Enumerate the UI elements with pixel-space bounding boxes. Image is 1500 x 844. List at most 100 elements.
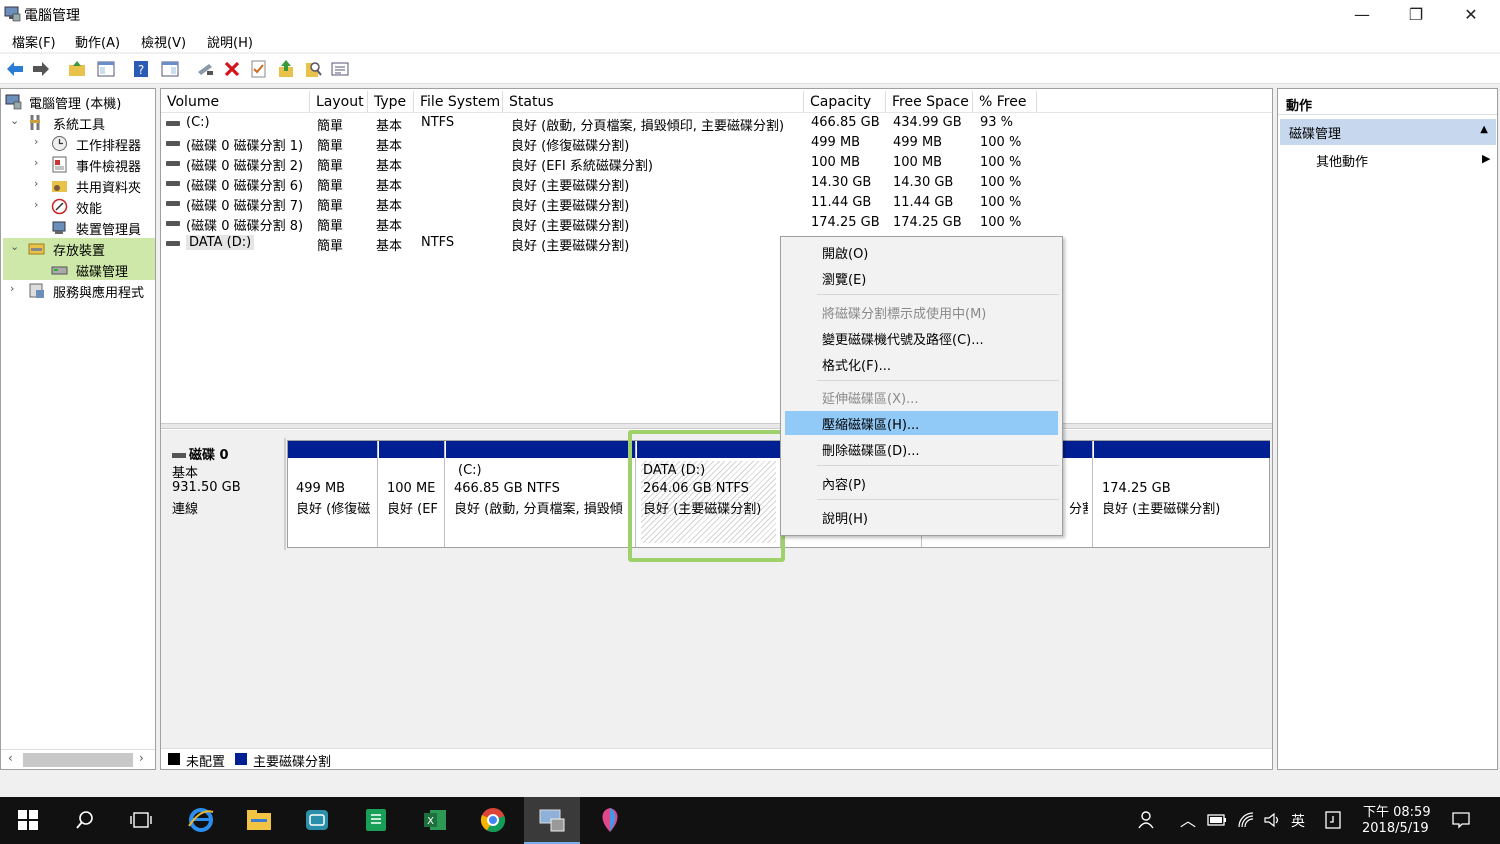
properties-icon[interactable]: [330, 59, 350, 79]
col-header-pct-free[interactable]: % Free: [973, 91, 1037, 113]
actions-section-disk-management[interactable]: 磁碟管理 ▲: [1280, 119, 1496, 145]
export-icon[interactable]: [276, 59, 296, 79]
partition-body: 100 ME 良好 (EF: [383, 461, 440, 543]
table-row[interactable]: (磁碟 0 磁碟分割 2) 簡單 基本 良好 (EFI 系統磁碟分割) 100 …: [161, 153, 1272, 174]
partition-efi[interactable]: 100 ME 良好 (EF: [379, 441, 445, 547]
delete-icon[interactable]: [222, 59, 242, 79]
menu-item-help[interactable]: 說明(H): [785, 505, 1058, 529]
chrome-icon[interactable]: [478, 805, 508, 835]
scroll-left-icon[interactable]: ‹: [8, 751, 13, 765]
col-header-capacity[interactable]: Capacity: [804, 91, 886, 113]
chevron-right-icon[interactable]: ›: [10, 282, 20, 295]
pane-splitter[interactable]: [161, 423, 1272, 429]
table-row[interactable]: (磁碟 0 磁碟分割 7) 簡單 基本 良好 (主要磁碟分割) 11.44 GB…: [161, 193, 1272, 214]
table-row[interactable]: DATA (D:) 簡單 基本 NTFS 良好 (主要磁碟分割): [161, 233, 1272, 254]
menu-item-mark-active[interactable]: 將磁碟分割標示成使用中(M): [785, 300, 1058, 324]
disk-info-panel[interactable]: 磁碟 0 基本 931.50 GB 連線: [163, 438, 286, 550]
cell-fs: NTFS: [421, 115, 455, 130]
forward-arrow-icon[interactable]: [31, 59, 51, 79]
chevron-right-icon[interactable]: ›: [34, 156, 44, 169]
col-header-free-space[interactable]: Free Space: [886, 91, 973, 113]
check-icon[interactable]: [249, 59, 269, 79]
submenu-arrow-icon[interactable]: ▶: [1482, 152, 1490, 165]
task-view-icon[interactable]: [126, 805, 156, 835]
computer-management-taskbar-icon[interactable]: [537, 805, 567, 835]
people-icon[interactable]: [1137, 810, 1157, 830]
chevron-down-icon[interactable]: ⌄: [10, 240, 20, 253]
paint-3d-icon[interactable]: [595, 805, 625, 835]
scroll-right-icon[interactable]: ›: [139, 751, 144, 765]
close-button[interactable]: ✕: [1443, 0, 1499, 28]
tree-item-performance[interactable]: › 效能: [1, 196, 155, 217]
battery-icon[interactable]: [1207, 812, 1227, 828]
app-blue-icon[interactable]: [302, 805, 332, 835]
menu-item-shrink-volume[interactable]: 壓縮磁碟區(H)...: [785, 411, 1058, 435]
col-header-layout[interactable]: Layout: [310, 91, 368, 113]
tree-item-storage[interactable]: ⌄ 存放裝置: [3, 238, 155, 259]
notification-center-icon[interactable]: [1451, 810, 1471, 830]
partition-8[interactable]: 174.25 GB 良好 (主要磁碟分割): [1094, 441, 1270, 547]
menu-help[interactable]: 說明(H): [207, 32, 253, 51]
tree-horizontal-scrollbar[interactable]: ‹ ›: [1, 749, 155, 769]
clock-time[interactable]: 下午 08:59: [1363, 801, 1431, 820]
col-header-volume[interactable]: Volume: [161, 91, 310, 113]
table-row[interactable]: (磁碟 0 磁碟分割 8) 簡單 基本 良好 (主要磁碟分割) 174.25 G…: [161, 213, 1272, 234]
chevron-up-icon[interactable]: ︿: [1180, 807, 1196, 831]
notepad-green-icon[interactable]: [361, 805, 391, 835]
internet-explorer-icon[interactable]: [186, 805, 216, 835]
more-actions-item[interactable]: 其他動作: [1316, 151, 1368, 170]
table-row[interactable]: (磁碟 0 磁碟分割 1) 簡單 基本 良好 (修復磁碟分割) 499 MB 4…: [161, 133, 1272, 154]
connect-drive-icon[interactable]: [195, 59, 215, 79]
help-icon[interactable]: ?: [131, 59, 151, 79]
col-header-file-system[interactable]: File System: [414, 91, 503, 113]
menu-view[interactable]: 檢視(V): [141, 32, 186, 51]
table-row[interactable]: (C:) 簡單 基本 NTFS 良好 (啟動, 分頁檔案, 損毀傾印, 主要磁碟…: [161, 113, 1272, 134]
tree-item-system-tools[interactable]: ⌄ 系統工具: [1, 112, 155, 133]
scrollbar-thumb[interactable]: [23, 753, 133, 767]
menu-item-delete-volume[interactable]: 刪除磁碟區(D)...: [785, 437, 1058, 461]
tree-item-device-manager[interactable]: 裝置管理員: [1, 217, 155, 238]
minimize-button[interactable]: —: [1334, 0, 1390, 28]
back-arrow-icon[interactable]: [5, 59, 25, 79]
search-icon[interactable]: [303, 59, 323, 79]
wifi-icon[interactable]: [1237, 811, 1255, 829]
menu-item-open[interactable]: 開啟(O): [785, 240, 1058, 264]
volume-icon[interactable]: [1263, 811, 1281, 829]
chevron-right-icon[interactable]: ›: [34, 198, 44, 211]
menu-item-change-drive-letter[interactable]: 變更磁碟機代號及路徑(C)...: [785, 326, 1058, 350]
tree-item-services-apps[interactable]: › 服務與應用程式: [1, 280, 155, 301]
chevron-down-icon[interactable]: ⌄: [10, 114, 20, 127]
start-windows-icon[interactable]: [13, 805, 43, 835]
tree-item-root[interactable]: 電腦管理 (本機): [1, 91, 155, 112]
col-header-status[interactable]: Status: [503, 91, 804, 113]
up-folder-icon[interactable]: [67, 59, 87, 79]
col-header-type[interactable]: Type: [368, 91, 414, 113]
clock-date[interactable]: 2018/5/19: [1362, 821, 1429, 836]
partition-recovery[interactable]: 499 MB 良好 (修復磁: [288, 441, 378, 547]
input-mode-icon[interactable]: [1324, 810, 1342, 830]
chevron-right-icon[interactable]: ›: [34, 135, 44, 148]
menu-action[interactable]: 動作(A): [75, 32, 120, 51]
tree-item-event-viewer[interactable]: › 事件檢視器: [1, 154, 155, 175]
tree-item-task-scheduler[interactable]: › 工作排程器: [1, 133, 155, 154]
maximize-button[interactable]: ❐: [1388, 0, 1444, 28]
cell-type: 基本: [376, 139, 403, 154]
menu-item-explore[interactable]: 瀏覽(E): [785, 266, 1058, 290]
partition-size: 100 ME: [387, 481, 436, 496]
collapse-up-icon[interactable]: ▲: [1480, 124, 1488, 135]
menu-file[interactable]: 檔案(F): [12, 32, 56, 51]
search-icon[interactable]: [70, 805, 100, 835]
tree-item-disk-management[interactable]: 磁碟管理: [3, 259, 155, 280]
menu-item-extend-volume[interactable]: 延伸磁碟區(X)...: [785, 385, 1058, 409]
show-hide-tree-icon[interactable]: [96, 59, 116, 79]
partition-c[interactable]: (C:) 466.85 GB NTFS 良好 (啟動, 分頁檔案, 損毀傾: [446, 441, 636, 547]
chevron-right-icon[interactable]: ›: [34, 177, 44, 190]
console-icon[interactable]: [160, 59, 180, 79]
menu-item-properties[interactable]: 內容(P): [785, 471, 1058, 495]
file-explorer-icon[interactable]: [244, 805, 274, 835]
menu-item-format[interactable]: 格式化(F)...: [785, 352, 1058, 376]
excel-icon[interactable]: X: [420, 805, 450, 835]
ime-indicator[interactable]: 英: [1291, 811, 1305, 831]
tree-item-shared-folders[interactable]: › 共用資料夾: [1, 175, 155, 196]
table-row[interactable]: (磁碟 0 磁碟分割 6) 簡單 基本 良好 (主要磁碟分割) 14.30 GB…: [161, 173, 1272, 194]
